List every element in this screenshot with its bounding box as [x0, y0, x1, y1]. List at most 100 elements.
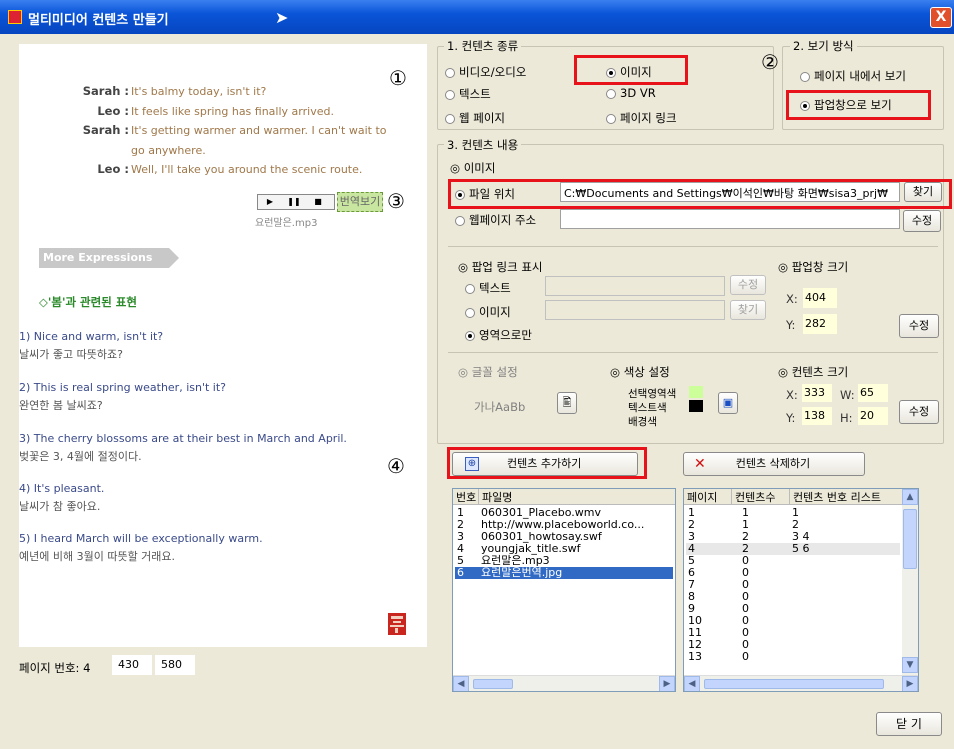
- content-h-field[interactable]: 20: [858, 407, 888, 425]
- pause-icon[interactable]: ❚❚: [282, 195, 306, 209]
- type-3dvr-radio[interactable]: 3D VR: [606, 86, 656, 100]
- page-list-row[interactable]: 70: [686, 579, 900, 591]
- marker-3: ③: [387, 189, 405, 213]
- expression-ko: 예년에 비해 3월이 따뜻할 거래요.: [19, 550, 176, 563]
- text-color-label: 텍스트색: [628, 402, 667, 414]
- text-color-swatch[interactable]: [689, 400, 703, 412]
- webpage-address-field[interactable]: [560, 209, 900, 229]
- page-list-row[interactable]: 90: [686, 603, 900, 615]
- highlight-file-row: [448, 179, 952, 209]
- expression-en: 2) This is real spring weather, isn't it…: [19, 381, 227, 394]
- selection-color-label: 선택영역색: [628, 388, 677, 400]
- audio-player: ▶ ❚❚ ■: [257, 194, 335, 210]
- link-image-radio[interactable]: 이미지: [465, 304, 511, 320]
- divider: [448, 246, 938, 247]
- file-list-header-number[interactable]: 번호: [453, 489, 479, 505]
- close-button[interactable]: 닫 기: [876, 712, 942, 736]
- webpage-address-radio[interactable]: 웹페이지 주소: [455, 212, 536, 228]
- link-area-only-radio[interactable]: 영역으로만: [465, 327, 532, 343]
- page-list[interactable]: 페이지 컨텐츠수 컨텐츠 번호 리스트 111212323 4425 65060…: [683, 488, 919, 692]
- page-preview[interactable]: ① Sarah : It's balmy today, isn't it? Le…: [19, 44, 427, 647]
- page-list-row[interactable]: 13 0: [686, 651, 900, 663]
- font-picker-icon[interactable]: 🖺: [557, 392, 577, 414]
- content-type-label: 1. 컨텐츠 종류: [444, 38, 522, 54]
- content-x-field[interactable]: 333: [802, 384, 832, 402]
- scroll-up-icon[interactable]: ▲: [902, 489, 918, 505]
- scroll-left-icon[interactable]: ◀: [453, 676, 469, 691]
- dialog-line: Sarah : It's balmy today, isn't it?: [82, 84, 267, 98]
- section-title: ◇'봄'과 관련된 표현: [39, 295, 137, 309]
- page-list-row[interactable]: 60: [686, 567, 900, 579]
- type-video-audio-radio[interactable]: 비디오/오디오: [445, 64, 526, 80]
- audio-filename: 요런말은.mp3: [255, 218, 318, 229]
- content-count: 0: [742, 650, 749, 663]
- type-webpage-radio[interactable]: 웹 페이지: [445, 110, 505, 126]
- content-size-edit-button[interactable]: 수정: [899, 400, 939, 424]
- popup-size-x-field[interactable]: 404: [803, 288, 837, 308]
- delete-icon: ✕: [694, 456, 706, 472]
- page-list-row[interactable]: 11 0: [686, 627, 900, 639]
- background-color-label: 배경색: [628, 416, 657, 428]
- expression-ko: 완연한 봄 날씨죠?: [19, 399, 103, 412]
- edit-address-button[interactable]: 수정: [903, 210, 941, 232]
- popup-size-edit-button[interactable]: 수정: [899, 314, 939, 338]
- popup-size-label: ◎ 팝업창 크기: [778, 260, 849, 274]
- dialog-line: Leo : It feels like spring has finally a…: [97, 103, 334, 118]
- link-text-field[interactable]: [545, 276, 725, 296]
- file-list-header-name[interactable]: 파일명: [479, 489, 675, 505]
- dialog-block: Sarah : It's balmy today, isn't it? Leo …: [51, 82, 411, 180]
- stamp-seal-icon: [388, 613, 406, 635]
- file-name: 요런말은번역.jpg: [481, 566, 563, 579]
- scroll-thumb[interactable]: [903, 509, 917, 569]
- close-window-button[interactable]: X: [930, 7, 952, 28]
- page-list-row[interactable]: 50: [686, 555, 900, 567]
- color-picker-icon[interactable]: ▣: [718, 392, 738, 414]
- expression-en: 3) The cherry blossoms are at their best…: [19, 432, 347, 445]
- page-y-field[interactable]: 580: [155, 655, 195, 675]
- type-page-link-radio[interactable]: 페이지 링크: [606, 110, 677, 126]
- scroll-thumb[interactable]: [704, 679, 884, 689]
- highlight-add-button: [447, 447, 647, 479]
- page-list-row[interactable]: 80: [686, 591, 900, 603]
- translate-button[interactable]: 번역보기: [337, 192, 383, 212]
- link-text-edit-button[interactable]: 수정: [730, 275, 766, 295]
- page-list-vscroll[interactable]: ▲ ▼: [902, 489, 918, 675]
- page-list-row[interactable]: 425 6: [686, 543, 900, 555]
- scroll-down-icon[interactable]: ▼: [902, 657, 918, 673]
- dialog-line: go anywhere.: [131, 143, 206, 157]
- scroll-left-icon[interactable]: ◀: [684, 676, 700, 691]
- page-x-field[interactable]: 430: [112, 655, 152, 675]
- selection-color-swatch[interactable]: [689, 386, 703, 398]
- link-text-radio[interactable]: 텍스트: [465, 280, 511, 296]
- page-list-row[interactable]: 12 0: [686, 639, 900, 651]
- page-number-label: 페이지 번호: 4: [19, 661, 91, 675]
- popup-size-y-field[interactable]: 282: [803, 314, 837, 334]
- view-inline-radio[interactable]: 페이지 내에서 보기: [800, 68, 906, 84]
- scroll-right-icon[interactable]: ▶: [659, 676, 675, 691]
- expression-en: 1) Nice and warm, isn't it?: [19, 330, 164, 343]
- link-image-field[interactable]: [545, 300, 725, 320]
- mouse-cursor-icon: ➤: [275, 8, 289, 27]
- file-list[interactable]: 번호 파일명 1 060301_Placebo.wmv 2 http://www.pl…: [452, 488, 676, 692]
- file-list-hscroll[interactable]: ◀ ▶: [453, 675, 675, 691]
- content-w-field[interactable]: 65: [858, 384, 888, 402]
- page-list-row[interactable]: 10 0: [686, 615, 900, 627]
- page-list-header-count[interactable]: 컨텐츠수: [732, 489, 790, 505]
- stop-icon[interactable]: ■: [306, 195, 330, 209]
- font-sample: 가나AaBb: [474, 400, 526, 414]
- scroll-right-icon[interactable]: ▶: [902, 676, 918, 691]
- type-text-radio[interactable]: 텍스트: [445, 86, 491, 102]
- file-list-row[interactable]: 6 요런말은번역.jpg: [455, 567, 673, 579]
- view-mode-label: 2. 보기 방식: [790, 38, 857, 54]
- window-title: 멀티미디어 컨텐츠 만들기: [28, 13, 169, 28]
- popup-size-y-label: Y:: [786, 318, 796, 332]
- play-icon[interactable]: ▶: [258, 195, 282, 209]
- delete-content-button[interactable]: ✕ 컨텐츠 삭제하기: [683, 452, 865, 476]
- page-list-header-page[interactable]: 페이지: [684, 489, 732, 505]
- page-list-hscroll[interactable]: ◀ ▶: [684, 675, 918, 691]
- link-image-find-button[interactable]: 찾기: [730, 300, 766, 320]
- content-y-field[interactable]: 138: [802, 407, 832, 425]
- page-list-header-list[interactable]: 컨텐츠 번호 리스트: [790, 489, 904, 505]
- scroll-thumb[interactable]: [473, 679, 513, 689]
- expression-ko: 날씨가 참 좋아요.: [19, 500, 101, 513]
